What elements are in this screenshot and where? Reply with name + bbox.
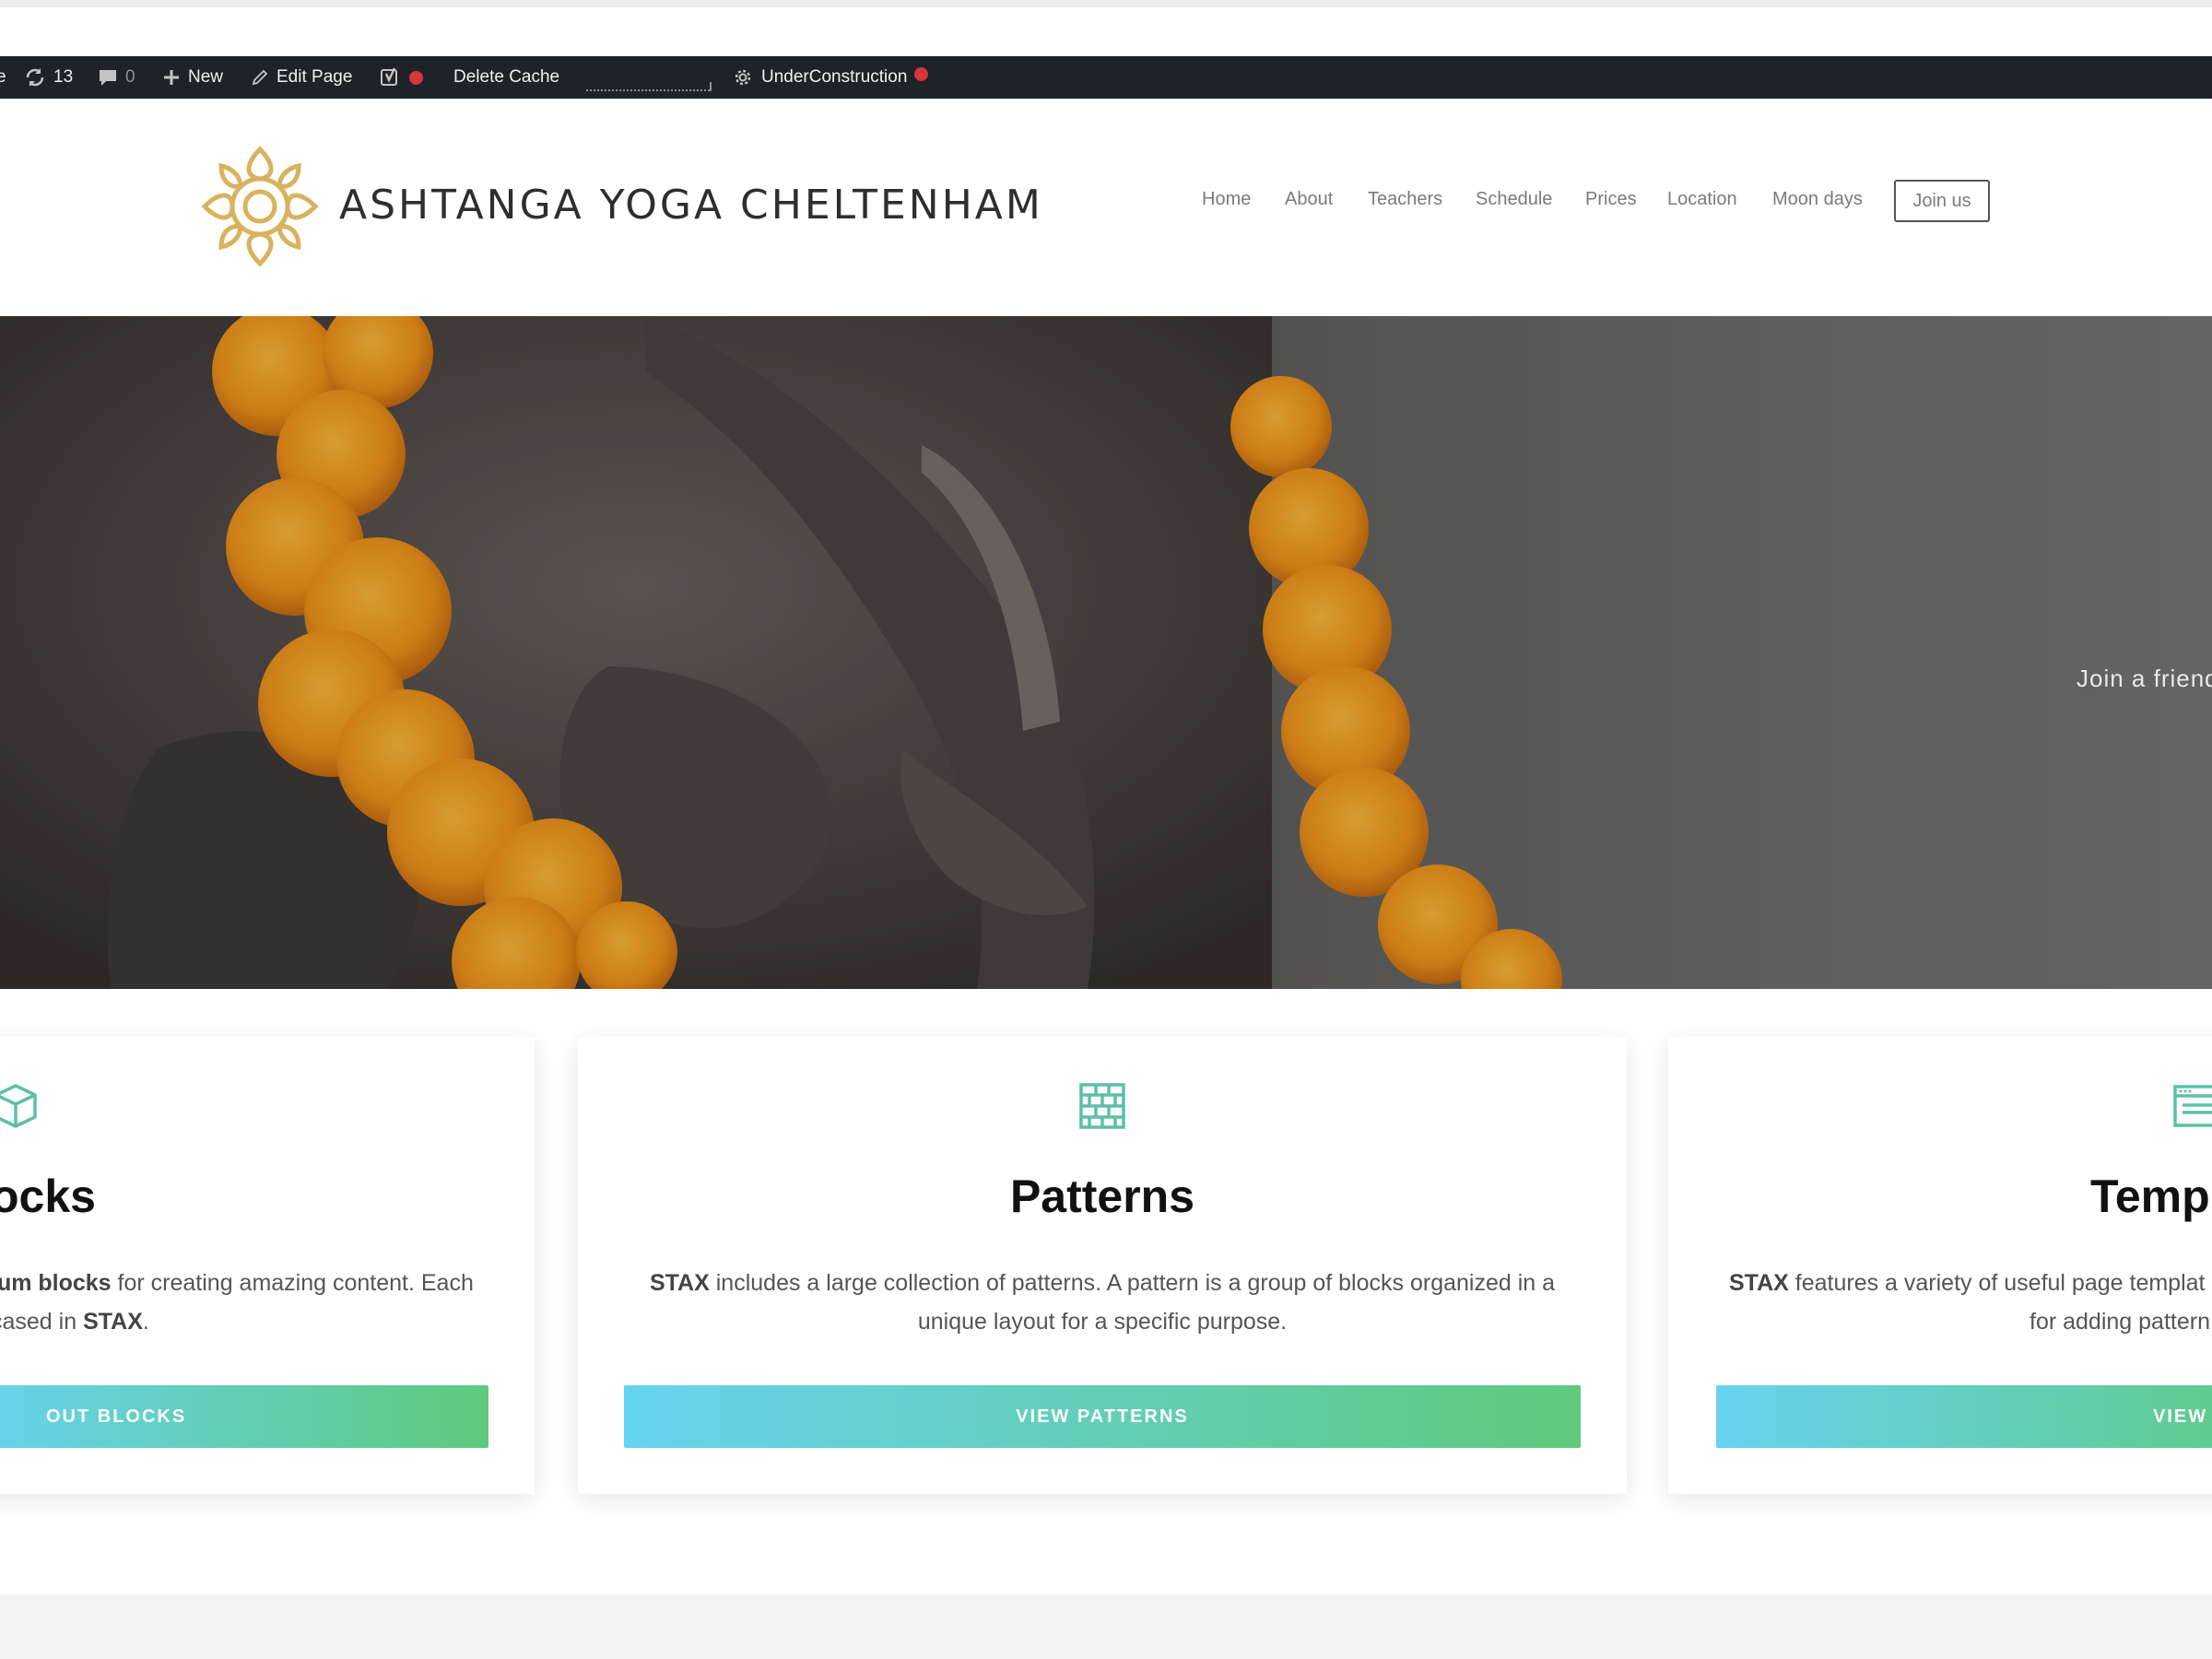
- browser-top-strip: [0, 0, 2212, 7]
- card-description: STAX includes a large collection of patt…: [649, 1270, 1556, 1335]
- admin-bar-edge-item[interactable]: e: [0, 56, 6, 99]
- card-title: Patterns: [1009, 1171, 1195, 1222]
- ganesha-statue-image: [0, 316, 2212, 989]
- cache-progress-indicator: [586, 82, 712, 91]
- join-us-button[interactable]: Join us: [1894, 180, 1990, 222]
- updates-count: 13: [53, 67, 74, 87]
- site-title[interactable]: ASHTANGA YOGA CHELTENHAM: [339, 182, 1043, 229]
- cube-icon: [0, 1081, 41, 1131]
- site-header: ASHTANGA YOGA CHELTENHAM Home About Teac…: [0, 99, 2212, 316]
- updates-item[interactable]: 13: [24, 56, 73, 99]
- under-construction-item[interactable]: UnderConstruction: [732, 56, 929, 99]
- card-title: Templ: [2090, 1171, 2212, 1222]
- nav-location[interactable]: Location: [1667, 189, 1737, 210]
- comments-item[interactable]: 0: [98, 56, 135, 99]
- comment-icon: [98, 67, 118, 88]
- nav-home[interactable]: Home: [1202, 189, 1251, 210]
- yoast-icon: [380, 66, 402, 88]
- card-description: ium blocks for creating amazing content.…: [0, 1270, 474, 1335]
- footer-band: [0, 1594, 2212, 1659]
- new-label: New: [188, 67, 224, 87]
- gear-icon: [732, 66, 754, 88]
- view-patterns-button[interactable]: VIEW PATTERNS: [624, 1385, 1581, 1448]
- feature-card-templates: Templ STAX features a variety of useful …: [1668, 1037, 2212, 1494]
- feature-card-blocks: ocks ium blocks for creating amazing con…: [0, 1037, 535, 1494]
- nav-about[interactable]: About: [1285, 189, 1333, 210]
- new-item[interactable]: New: [162, 56, 223, 99]
- seo-status-dot: [409, 70, 423, 85]
- mandala-logo-icon[interactable]: [201, 145, 319, 268]
- view-templates-button[interactable]: VIEW TEMP: [1716, 1385, 2212, 1448]
- nav-moon-days[interactable]: Moon days: [1772, 189, 1863, 210]
- yoast-seo-item[interactable]: [380, 56, 423, 99]
- refresh-icon: [24, 66, 46, 88]
- feature-card-patterns: Patterns STAX includes a large collectio…: [578, 1037, 1627, 1494]
- brick-pattern-icon: [1077, 1081, 1127, 1131]
- nav-schedule[interactable]: Schedule: [1476, 189, 1552, 210]
- nav-prices[interactable]: Prices: [1585, 189, 1637, 210]
- card-description: STAX features a variety of useful page t…: [1729, 1270, 2210, 1335]
- edit-page-item[interactable]: Edit Page: [251, 56, 352, 99]
- under-construction-label: UnderConstruction: [761, 67, 908, 87]
- construction-status-dot: [914, 66, 929, 81]
- hero-banner: Join a friend: [0, 316, 2212, 989]
- card-title: ocks: [0, 1171, 96, 1222]
- comments-count: 0: [125, 67, 135, 87]
- plus-icon: [162, 68, 181, 87]
- edit-page-label: Edit Page: [276, 67, 353, 87]
- hero-text: Join a friend: [2077, 665, 2212, 692]
- nav-teachers[interactable]: Teachers: [1368, 189, 1442, 210]
- wp-admin-bar: e 13 0 New Edit Page Delete Cache UnderC…: [0, 56, 2212, 99]
- about-blocks-button[interactable]: OUT BLOCKS: [0, 1385, 488, 1448]
- delete-cache-label: Delete Cache: [453, 67, 560, 87]
- delete-cache-item[interactable]: Delete Cache: [453, 56, 559, 99]
- template-window-icon: [2171, 1081, 2212, 1131]
- pencil-icon: [251, 68, 269, 87]
